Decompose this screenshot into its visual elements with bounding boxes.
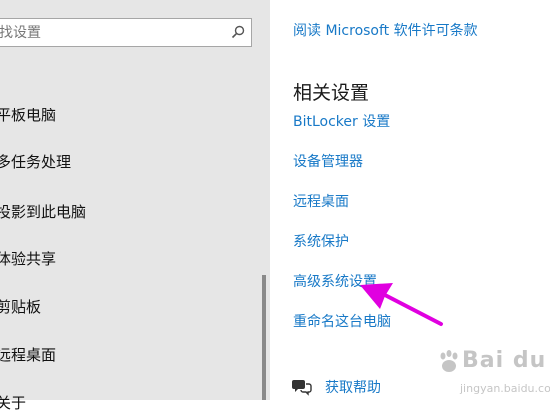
- device-manager-link[interactable]: 设备管理器: [293, 151, 363, 171]
- sidebar-scrollbar[interactable]: [262, 275, 266, 400]
- search-icon[interactable]: [231, 25, 245, 39]
- watermark-url: jingyan.baidu.com: [460, 382, 550, 395]
- license-terms-link[interactable]: 阅读 Microsoft 软件许可条款: [293, 20, 478, 40]
- system-protection-link[interactable]: 系统保护: [293, 231, 349, 251]
- search-box[interactable]: [0, 18, 252, 47]
- sidebar-item-clipboard[interactable]: 剪贴板: [0, 292, 41, 322]
- help-chat-icon: [292, 380, 312, 396]
- bitlocker-settings-link[interactable]: BitLocker 设置: [293, 111, 390, 131]
- main-content: 阅读 Microsoft 软件许可条款 相关设置 BitLocker 设置 设备…: [270, 0, 550, 400]
- sidebar-item-multitasking[interactable]: 多任务处理: [0, 147, 71, 177]
- related-settings-title: 相关设置: [293, 82, 370, 104]
- watermark-brand: Bai du: [462, 348, 547, 373]
- search-input[interactable]: [0, 19, 219, 46]
- get-help-link[interactable]: 获取帮助: [325, 377, 381, 397]
- sidebar-item-tablet[interactable]: 平板电脑: [0, 108, 56, 130]
- sidebar-item-project-to-pc[interactable]: 投影到此电脑: [0, 197, 86, 227]
- baidu-jingyan-watermark: Bai du jingyan.baidu.com: [438, 346, 550, 398]
- remote-desktop-link[interactable]: 远程桌面: [293, 191, 349, 211]
- rename-pc-link[interactable]: 重命名这台电脑: [293, 311, 391, 331]
- sidebar-item-shared-experiences[interactable]: 体验共享: [0, 244, 56, 274]
- paw-logo-icon: [440, 350, 458, 372]
- sidebar-item-about[interactable]: 关于: [0, 388, 26, 418]
- settings-sidebar: 平板电脑 多任务处理 投影到此电脑 体验共享 剪贴板 远程桌面 关于: [0, 0, 270, 412]
- advanced-system-settings-link[interactable]: 高级系统设置: [293, 271, 377, 291]
- sidebar-item-remote-desktop[interactable]: 远程桌面: [0, 340, 56, 370]
